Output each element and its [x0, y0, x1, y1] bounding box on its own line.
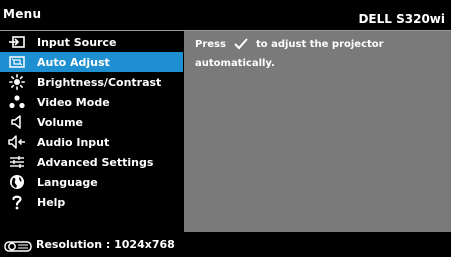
input-source-icon: [6, 32, 28, 52]
description-line-1: Press to adjust the projector: [195, 37, 384, 51]
status-bar: Resolution : 1024x768: [0, 232, 451, 257]
menu-item-advanced-settings[interactable]: Advanced Settings: [0, 152, 183, 172]
menu-item-help[interactable]: Help: [0, 192, 183, 212]
description-text: to adjust the projector: [255, 38, 384, 50]
volume-icon: [6, 112, 28, 132]
menu-item-label: Advanced Settings: [37, 155, 154, 169]
brightness-icon: [6, 72, 28, 92]
menu-item-label: Input Source: [37, 35, 117, 49]
menu-item-audio-input[interactable]: Audio Input: [0, 132, 183, 152]
video-mode-icon: [6, 92, 28, 112]
resolution-text: Resolution : 1024x768: [36, 238, 175, 251]
menu-sidebar: Input Source Auto Adjust Brightness/Cont…: [0, 31, 183, 232]
menu-item-label: Auto Adjust: [37, 55, 110, 69]
menu-item-label: Volume: [37, 115, 83, 129]
projector-osd-menu: Menu DELL S320wi Input Source Auto Adjus…: [0, 0, 451, 257]
audio-input-icon: [6, 132, 28, 152]
menu-item-label: Brightness/Contrast: [37, 75, 162, 89]
menu-item-label: Audio Input: [37, 135, 110, 149]
description-text: Press: [195, 38, 226, 50]
model-name: DELL S320wi: [358, 12, 445, 26]
menu-item-brightness-contrast[interactable]: Brightness/Contrast: [0, 72, 183, 92]
menu-item-label: Video Mode: [37, 95, 110, 109]
description-panel: Press to adjust the projector automatica…: [184, 31, 451, 232]
description-line-2: automatically.: [195, 58, 275, 69]
projector-icon: [4, 238, 32, 252]
checkmark-icon: [230, 37, 252, 51]
menu-item-language[interactable]: Language: [0, 172, 183, 192]
header-bar: Menu DELL S320wi: [0, 0, 451, 30]
menu-title: Menu: [3, 7, 42, 21]
language-icon: [6, 172, 28, 192]
menu-item-video-mode[interactable]: Video Mode: [0, 92, 183, 112]
menu-item-label: Language: [37, 175, 98, 189]
menu-item-input-source[interactable]: Input Source: [0, 32, 183, 52]
help-icon: [6, 192, 28, 212]
advanced-settings-icon: [6, 152, 28, 172]
auto-adjust-icon: [6, 52, 28, 72]
menu-item-auto-adjust[interactable]: Auto Adjust: [0, 52, 183, 72]
menu-item-volume[interactable]: Volume: [0, 112, 183, 132]
menu-item-label: Help: [37, 195, 66, 209]
